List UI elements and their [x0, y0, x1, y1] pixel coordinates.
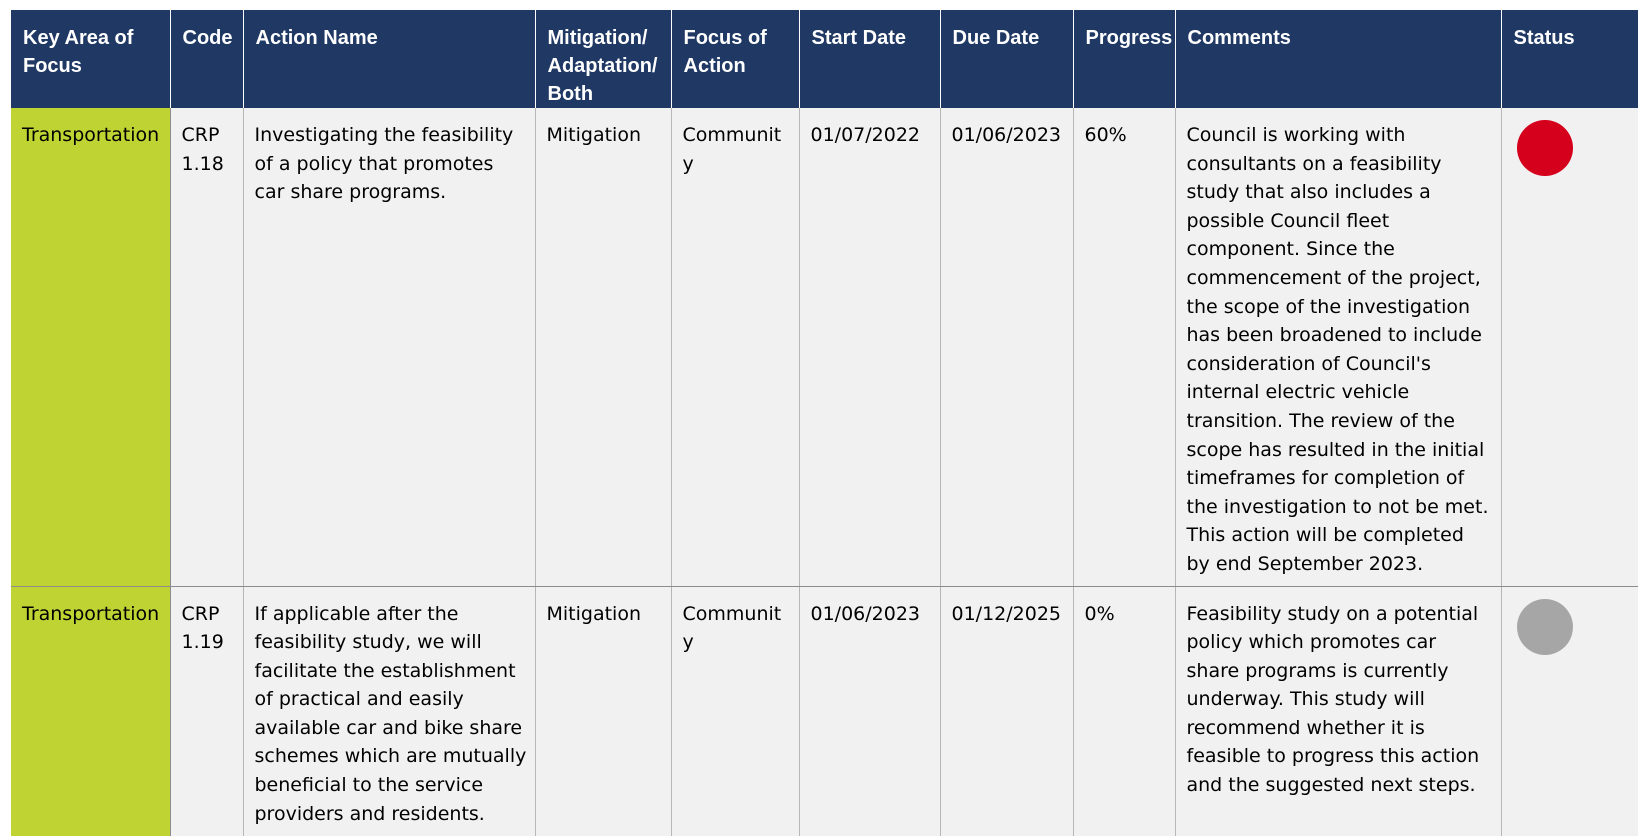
cell-comments: Feasibility study on a potential policy … — [1175, 586, 1502, 836]
table-header-row: Key Area of Focus Code Action Name Mitig… — [11, 10, 1638, 108]
status-indicator-icon — [1516, 120, 1573, 176]
cell-focus: Community — [671, 586, 800, 836]
cell-due-date: 01/06/2023 — [940, 108, 1074, 587]
cell-progress: 0% — [1073, 586, 1176, 836]
cell-due-date: 01/12/2025 — [940, 586, 1074, 836]
cell-progress: 60% — [1073, 108, 1176, 587]
cell-start-date: 01/06/2023 — [799, 586, 941, 836]
cell-focus: Community — [671, 108, 800, 587]
status-indicator-icon — [1516, 598, 1573, 655]
header-code: Code — [170, 10, 244, 108]
cell-code: CRP 1.18 — [170, 108, 244, 587]
header-due-date: Due Date — [940, 10, 1074, 108]
header-status: Status — [1501, 10, 1638, 108]
cell-code: CRP 1.19 — [170, 586, 244, 836]
cell-action-name: Investigating the feasibility of a polic… — [243, 108, 536, 587]
header-action-name: Action Name — [243, 10, 536, 108]
cell-status — [1501, 108, 1638, 587]
table-row: Transportation CRP 1.18 Investigating th… — [11, 108, 1638, 587]
header-start-date: Start Date — [799, 10, 941, 108]
cell-key-area: Transportation — [11, 586, 171, 836]
cell-key-area: Transportation — [11, 108, 171, 587]
header-key-area: Key Area of Focus — [11, 10, 171, 108]
table-row: Transportation CRP 1.19 If applicable af… — [11, 586, 1638, 836]
action-table-container: Key Area of Focus Code Action Name Mitig… — [11, 10, 1638, 836]
cell-comments: Council is working with consultants on a… — [1175, 108, 1502, 587]
cell-start-date: 01/07/2022 — [799, 108, 941, 587]
cell-mitigation: Mitigation — [535, 586, 672, 836]
header-progress: Progress — [1073, 10, 1176, 108]
header-mitigation: Mitigation/ Adaptation/ Both — [535, 10, 672, 108]
header-focus: Focus of Action — [671, 10, 800, 108]
cell-mitigation: Mitigation — [535, 108, 672, 587]
cell-status — [1501, 586, 1638, 836]
header-comments: Comments — [1175, 10, 1502, 108]
action-plan-table: Key Area of Focus Code Action Name Mitig… — [11, 10, 1638, 836]
cell-action-name: If applicable after the feasibility stud… — [243, 586, 536, 836]
